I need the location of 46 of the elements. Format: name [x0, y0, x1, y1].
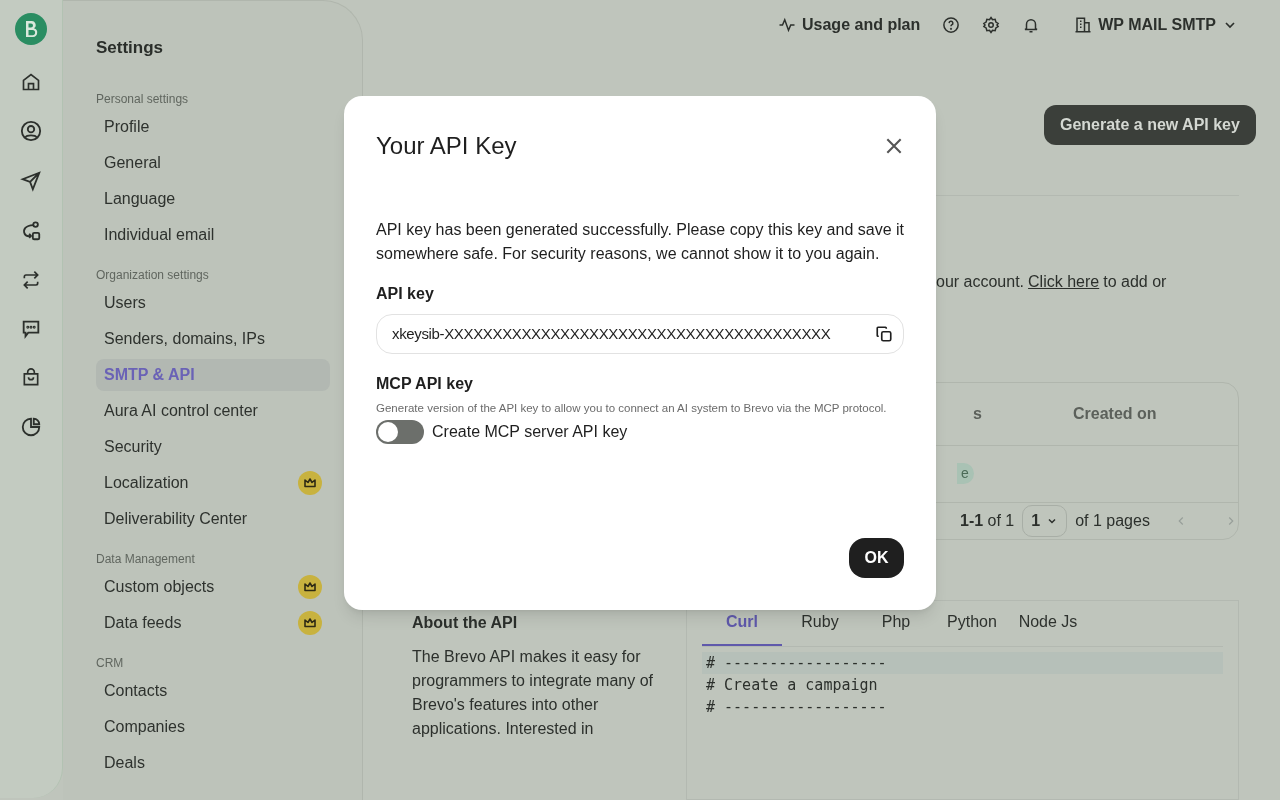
section-heading: Data Management [96, 550, 196, 568]
help-text: Generate version of the API key to allow you to connect an AI system to Brevo via the MCP protocol. [376, 401, 888, 416]
status-badge: e [957, 463, 974, 485]
section-heading: Organization settings [96, 266, 210, 284]
field-label: MCP API key [376, 374, 474, 394]
nav-item[interactable]: General [96, 146, 330, 179]
nav-item[interactable]: Users [96, 286, 330, 319]
nav-item[interactable]: Companies [96, 710, 330, 743]
info-text: to add or [1103, 271, 1167, 292]
column-header: s [973, 403, 983, 424]
section-heading: CRM [96, 654, 125, 672]
ok-button[interactable]: OK [849, 538, 904, 578]
nav-item[interactable]: Localization [96, 466, 298, 499]
column-header: Created on [1073, 403, 1157, 424]
section-title: About the API [412, 613, 519, 633]
nav-item[interactable]: Profile [96, 110, 330, 143]
pagination-range: 1-1 of 1 [960, 511, 1015, 531]
about-paragraph: The Brevo API makes it easy for programmers to integrate many of Brevo's features into other applications. Interested in [412, 647, 654, 739]
nav-item[interactable]: Deals [96, 746, 330, 779]
panel-title: Settings [96, 37, 165, 59]
dialog-title: Your API Key [376, 131, 517, 161]
code-line: # ------------------ [705, 697, 888, 718]
page-select[interactable]: 1 [1022, 505, 1068, 537]
code-tab[interactable]: Node Js [1010, 600, 1086, 646]
click-here-link[interactable]: Click here [1028, 269, 1100, 294]
section-heading: Personal settings [96, 90, 190, 108]
nav-item[interactable]: Individual email [96, 218, 330, 251]
info-text: our account. [936, 271, 1025, 292]
nav-item[interactable]: Senders, domains, IPs [96, 322, 330, 355]
nav-item[interactable]: Data feeds [96, 606, 298, 639]
usage-link[interactable]: Usage and plan [802, 12, 921, 37]
nav-item[interactable]: Custom objects [96, 570, 298, 603]
nav-item[interactable]: Security [96, 430, 330, 463]
dialog-message: API key has been generated successfully. Please copy this key and save it somewhere safe. For security reasons, we cannot show it to you again. [376, 220, 904, 264]
field-label: API key [376, 284, 435, 304]
code-line: # Create a campaign [705, 675, 879, 696]
nav-item[interactable]: Aura AI control center [96, 394, 330, 427]
generate-key-button[interactable]: Generate a new API key [1043, 105, 1256, 146]
code-tab[interactable]: Python [934, 600, 1010, 646]
account-menu[interactable]: WP MAIL SMTP [1074, 12, 1238, 37]
nav-item[interactable]: Contacts [96, 674, 330, 707]
nav-item[interactable]: Deliverability Center [96, 502, 330, 535]
toggle-label: Create MCP server API key [432, 422, 628, 442]
nav-item[interactable]: Language [96, 182, 330, 215]
api-key-field[interactable]: xkeysib-XXXXXXXXXXXXXXXXXXXXXXXXXXXXXXXXXXXXXXXX [376, 314, 904, 354]
pagination-total: of 1 pages [1075, 511, 1150, 531]
